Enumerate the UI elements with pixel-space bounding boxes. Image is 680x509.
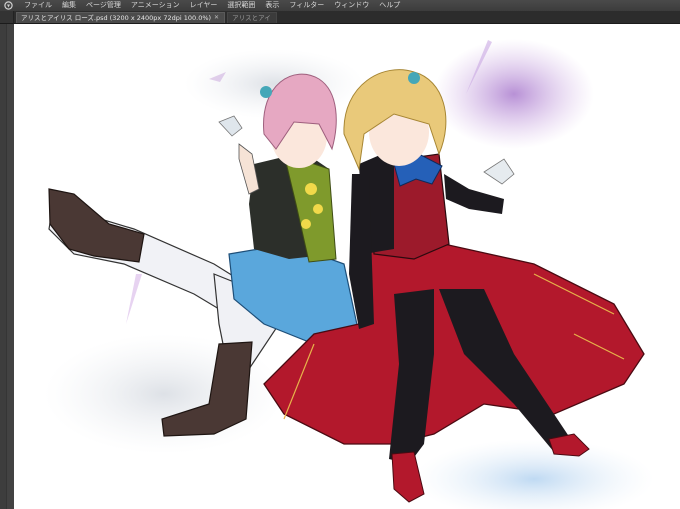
app-logo-icon[interactable] (4, 1, 13, 10)
left-girl-raised-boot (48, 188, 145, 263)
menu-layer[interactable]: レイヤー (185, 0, 223, 11)
left-girl-blue-flower (260, 86, 272, 98)
right-girl-shoe-left (391, 451, 425, 503)
canvas-area[interactable] (14, 24, 680, 509)
tab-second-label: アリスとアイ (232, 14, 271, 22)
right-girl-blue-flower (408, 72, 420, 84)
petal-2 (126, 274, 142, 324)
purple-glow (434, 39, 594, 149)
menu-edit[interactable]: 編集 (57, 0, 81, 11)
right-girl-bird (483, 158, 515, 185)
menu-page-management[interactable]: ページ管理 (81, 0, 126, 11)
left-girl-flower-2 (313, 204, 323, 214)
menu-bar: ファイル 編集 ページ管理 アニメーション レイヤー 選択範囲 表示 フィルター… (0, 0, 680, 11)
document-tab-bar: アリスとアイリス ローズ.psd (3200 x 2400px 72dpi 10… (0, 11, 680, 24)
menu-window[interactable]: ウィンドウ (329, 0, 374, 11)
tab-active-document[interactable]: アリスとアイリス ローズ.psd (3200 x 2400px 72dpi 10… (16, 12, 226, 23)
tab-bar-handle[interactable] (0, 11, 14, 23)
right-girl-shoe-right (548, 433, 590, 457)
left-girl-flower-3 (301, 219, 311, 229)
left-girl-flower-1 (305, 183, 317, 195)
menu-file[interactable]: ファイル (19, 0, 57, 11)
left-panel-strip[interactable] (0, 24, 14, 509)
tab-second-document[interactable]: アリスとアイ (227, 12, 277, 23)
left-girl-bird (218, 115, 243, 137)
menu-help[interactable]: ヘルプ (374, 0, 405, 11)
menu-selection[interactable]: 選択範囲 (222, 0, 260, 11)
menu-filter[interactable]: フィルター (284, 0, 329, 11)
menu-view[interactable]: 表示 (260, 0, 284, 11)
close-icon[interactable]: ✕ (214, 13, 219, 23)
right-girl-arm-right (444, 174, 504, 214)
illustration (44, 39, 654, 509)
blue-glow (414, 439, 654, 509)
menu-animation[interactable]: アニメーション (126, 0, 185, 11)
tab-active-label: アリスとアイリス ローズ.psd (3200 x 2400px 72dpi 10… (21, 14, 212, 22)
